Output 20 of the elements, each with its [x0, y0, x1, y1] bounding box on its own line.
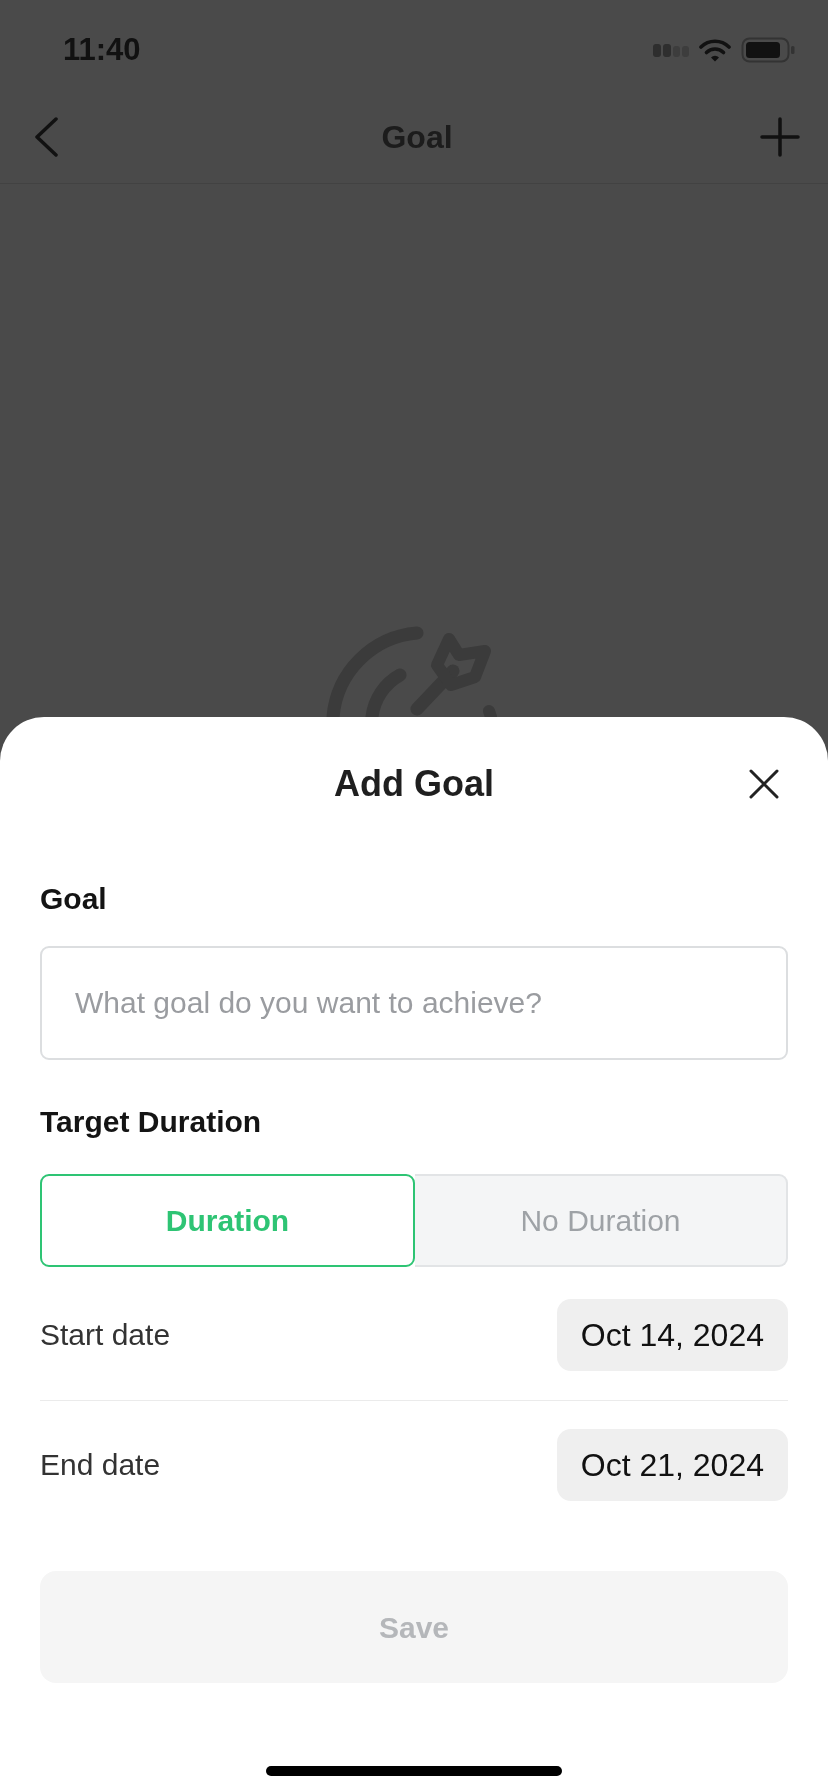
chevron-left-icon	[34, 116, 58, 157]
wifi-icon	[699, 38, 731, 62]
goal-label: Goal	[40, 881, 107, 917]
add-button[interactable]	[760, 116, 800, 157]
sheet-title: Add Goal	[334, 763, 494, 805]
status-time: 11:40	[63, 32, 141, 68]
back-button[interactable]	[34, 116, 58, 157]
target-duration-label: Target Duration	[40, 1104, 262, 1140]
signal-icon	[653, 43, 689, 57]
date-picker-button[interactable]: Oct 14, 2024	[556, 1299, 788, 1371]
goal-input-field[interactable]: What goal do you want to achieve?	[40, 946, 788, 1060]
duration-segment[interactable]: No Duration	[415, 1174, 788, 1267]
battery-icon	[741, 37, 795, 63]
date-label: End date	[40, 1447, 161, 1483]
duration-segment[interactable]: Duration	[40, 1174, 415, 1267]
date-picker-button[interactable]: Oct 21, 2024	[556, 1429, 788, 1501]
close-button[interactable]	[749, 769, 779, 799]
plus-icon	[760, 116, 800, 157]
date-label: Start date	[40, 1317, 171, 1353]
close-icon	[749, 769, 779, 799]
